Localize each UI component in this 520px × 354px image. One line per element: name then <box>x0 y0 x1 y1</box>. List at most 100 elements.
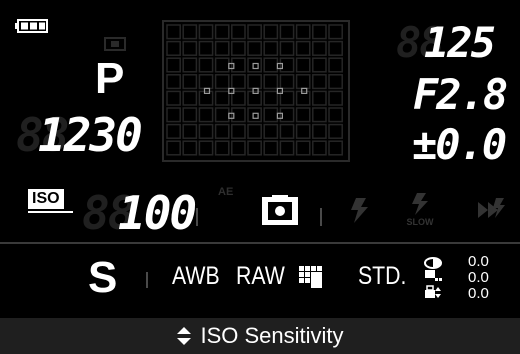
af-cell <box>166 90 181 106</box>
metering-mode-icon[interactable] <box>258 193 302 233</box>
af-cell <box>182 40 198 56</box>
iso-badge: ISO <box>28 189 64 209</box>
af-cell <box>295 140 311 156</box>
af-cell <box>312 123 327 139</box>
af-cell <box>328 40 343 56</box>
af-cell <box>214 74 230 90</box>
contrast-value: 0.0 <box>468 253 489 270</box>
af-cell <box>214 90 230 106</box>
af-target-grid[interactable] <box>162 20 350 162</box>
af-cell <box>279 140 295 156</box>
help-bar: ISO Sensitivity <box>0 318 520 354</box>
af-cell <box>182 123 198 139</box>
af-cell <box>263 74 279 90</box>
af-cell <box>328 90 343 106</box>
separator <box>320 208 322 226</box>
af-cell <box>295 24 311 40</box>
flash-redeye-icon[interactable] <box>474 196 506 228</box>
flash-icon[interactable] <box>348 196 370 228</box>
af-cell <box>231 123 246 139</box>
af-cell <box>198 40 214 56</box>
af-cell <box>295 107 311 123</box>
af-cell <box>166 24 181 40</box>
af-cell <box>166 140 181 156</box>
record-mode[interactable]: RAW <box>236 262 285 291</box>
af-point <box>252 62 259 70</box>
sharpness-value: 0.0 <box>468 269 489 286</box>
drive-mode-s[interactable]: S <box>88 256 117 300</box>
image-size-icon[interactable] <box>299 266 325 292</box>
af-cell <box>198 24 214 40</box>
shutter-speed[interactable]: 125 <box>424 22 496 64</box>
iso-value[interactable]: 100 <box>118 190 197 236</box>
iso-underline <box>28 211 73 213</box>
af-cell <box>328 140 343 156</box>
divider-line <box>0 242 520 244</box>
af-cell <box>214 123 230 139</box>
af-cell <box>182 140 198 156</box>
af-cell <box>312 74 327 90</box>
af-cell <box>263 123 279 139</box>
af-cell <box>328 107 343 123</box>
up-down-arrows-icon <box>176 326 192 346</box>
af-cell <box>312 90 327 106</box>
af-cell <box>214 40 230 56</box>
af-cell <box>263 57 279 73</box>
af-cell <box>312 40 327 56</box>
af-cell <box>312 107 327 123</box>
picture-mode[interactable]: STD. <box>358 262 406 291</box>
af-cell <box>231 40 246 56</box>
af-cell <box>214 24 230 40</box>
af-cell <box>214 140 230 156</box>
af-cell <box>198 123 214 139</box>
af-cell <box>295 40 311 56</box>
af-cell <box>263 40 279 56</box>
af-cell <box>263 90 279 106</box>
af-cell <box>263 140 279 156</box>
af-cell <box>247 140 262 156</box>
af-cell <box>231 74 246 90</box>
af-cell <box>263 107 279 123</box>
af-cell <box>166 123 181 139</box>
af-cell <box>247 123 262 139</box>
af-cell <box>198 57 214 73</box>
af-cell <box>312 140 327 156</box>
shooting-mode[interactable]: P <box>95 57 124 101</box>
exposure-compensation[interactable]: ±0.0 <box>412 124 507 166</box>
af-cell <box>247 24 262 40</box>
af-cell <box>231 140 246 156</box>
af-cell <box>328 57 343 73</box>
saturation-value: 0.0 <box>468 285 489 302</box>
af-cell <box>198 140 214 156</box>
af-cell <box>182 107 198 123</box>
af-cell <box>279 74 295 90</box>
af-cell <box>182 24 198 40</box>
af-cell <box>312 24 327 40</box>
white-balance[interactable]: AWB <box>172 262 220 291</box>
af-cell <box>328 24 343 40</box>
af-cell <box>166 74 181 90</box>
af-cell <box>247 40 262 56</box>
af-cell <box>182 57 198 73</box>
af-cell <box>166 40 181 56</box>
af-cell <box>279 40 295 56</box>
slow-label: SLOW <box>406 217 434 227</box>
af-cell <box>279 24 295 40</box>
af-cell <box>182 90 198 106</box>
ae-label: AE <box>218 186 234 198</box>
battery-icon <box>15 18 49 33</box>
face-detect-icon <box>104 36 126 55</box>
aperture-value[interactable]: F2.8 <box>413 74 508 116</box>
af-cell <box>231 24 246 40</box>
separator <box>146 272 148 288</box>
flash-slow-icon[interactable]: SLOW <box>405 192 435 227</box>
af-cell <box>166 57 181 73</box>
af-cell <box>166 107 181 123</box>
af-cell <box>247 74 262 90</box>
af-cell <box>247 107 262 123</box>
af-cell <box>182 74 198 90</box>
af-cell <box>328 123 343 139</box>
af-cell <box>198 107 214 123</box>
af-cell <box>279 123 295 139</box>
af-cell <box>295 74 311 90</box>
